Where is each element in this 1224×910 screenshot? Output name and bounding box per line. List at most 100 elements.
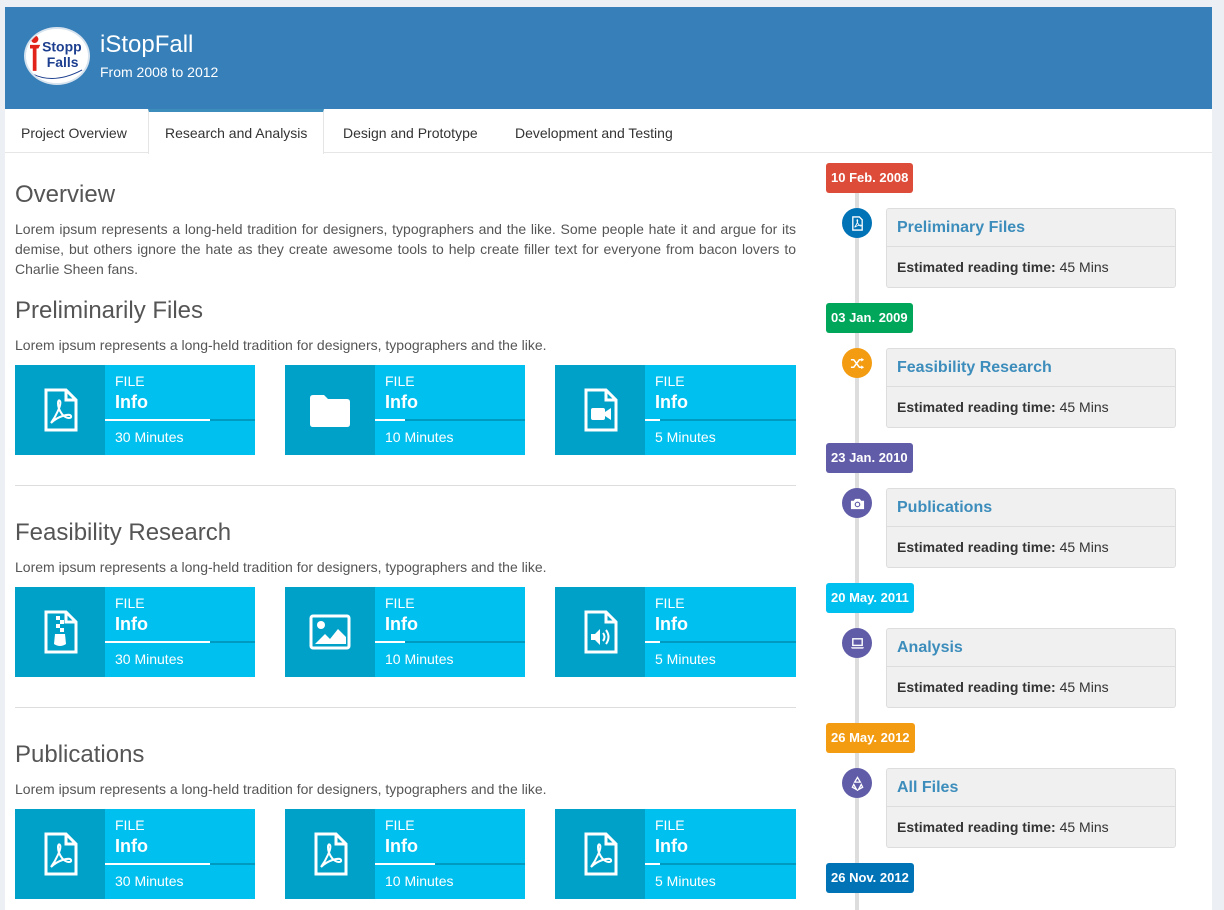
file-pdf-icon bbox=[15, 365, 105, 455]
tab-project-overview[interactable]: Project Overview bbox=[5, 109, 143, 153]
file-pdf-icon bbox=[15, 809, 105, 899]
info-box-value: Info bbox=[385, 392, 418, 412]
reading-time-value: 45 Mins bbox=[1059, 539, 1109, 555]
info-box-value: Info bbox=[385, 614, 418, 634]
info-box-duration: 30 Minutes bbox=[115, 651, 184, 667]
timeline-date-label: 03 Jan. 2009 bbox=[826, 303, 913, 333]
timeline-item: Feasibility Research Estimated reading t… bbox=[886, 348, 1176, 428]
info-box[interactable]: FILE Info 10 Minutes bbox=[285, 587, 525, 677]
camera-icon bbox=[842, 488, 872, 518]
overview-title: Overview bbox=[15, 181, 116, 208]
info-box-label: FILE bbox=[655, 595, 685, 611]
section-divider bbox=[15, 485, 796, 486]
image-icon bbox=[285, 587, 375, 677]
progress-fill bbox=[375, 641, 405, 643]
info-box[interactable]: FILE Info 5 Minutes bbox=[555, 809, 796, 899]
logo-graphic: Stopp Falls bbox=[26, 29, 88, 83]
tab-research-and-analysis[interactable]: Research and Analysis bbox=[148, 109, 325, 154]
timeline-item-meta: Estimated reading time: 45 Mins bbox=[887, 247, 1175, 287]
tab-development-and-testing[interactable]: Development and Testing bbox=[499, 109, 689, 153]
info-box-duration: 5 Minutes bbox=[655, 873, 716, 889]
progress-fill bbox=[105, 863, 210, 865]
reading-time-value: 45 Mins bbox=[1059, 679, 1109, 695]
info-box-label: FILE bbox=[385, 817, 415, 833]
info-box[interactable]: FILE Info 5 Minutes bbox=[555, 365, 796, 455]
info-box-label: FILE bbox=[655, 373, 685, 389]
timeline-item-title[interactable]: Preliminary Files bbox=[887, 209, 1175, 247]
progress-fill bbox=[105, 419, 210, 421]
info-box-duration: 10 Minutes bbox=[385, 429, 454, 445]
progress-bar bbox=[375, 641, 525, 643]
file-pdf-icon bbox=[285, 809, 375, 899]
progress-bar bbox=[645, 641, 796, 643]
section-title: Publications bbox=[15, 741, 145, 768]
tab-design-and-prototype[interactable]: Design and Prototype bbox=[327, 109, 494, 153]
progress-fill bbox=[375, 419, 405, 421]
istoppfalls-logo: Stopp Falls bbox=[24, 27, 90, 85]
timeline-item-meta: Estimated reading time: 45 Mins bbox=[887, 807, 1175, 847]
progress-bar bbox=[375, 863, 525, 865]
shuffle-icon bbox=[842, 348, 872, 378]
page: Stopp Falls iStopFall From 2008 to 2012 … bbox=[5, 7, 1212, 910]
info-box-duration: 5 Minutes bbox=[655, 651, 716, 667]
info-box[interactable]: FILE Info 30 Minutes bbox=[15, 365, 255, 455]
timeline-item: Preliminary Files Estimated reading time… bbox=[886, 208, 1176, 288]
info-box-duration: 10 Minutes bbox=[385, 873, 454, 889]
info-box-duration: 30 Minutes bbox=[115, 873, 184, 889]
progress-fill bbox=[645, 419, 661, 421]
folder-icon bbox=[285, 365, 375, 455]
progress-bar bbox=[105, 641, 255, 643]
info-box-label: FILE bbox=[655, 817, 685, 833]
info-box-value: Info bbox=[655, 836, 688, 856]
info-box[interactable]: FILE Info 5 Minutes bbox=[555, 587, 796, 677]
laptop-icon bbox=[842, 628, 872, 658]
progress-bar bbox=[105, 863, 255, 865]
recycle-icon bbox=[842, 768, 872, 798]
overview-text: Lorem ipsum represents a long-held tradi… bbox=[15, 221, 796, 277]
app-title: iStopFall bbox=[100, 31, 194, 58]
info-box[interactable]: FILE Info 30 Minutes bbox=[15, 587, 255, 677]
section-divider bbox=[15, 707, 796, 708]
info-box-duration: 5 Minutes bbox=[655, 429, 716, 445]
file-pdf-icon bbox=[555, 809, 645, 899]
timeline-item-meta: Estimated reading time: 45 Mins bbox=[887, 667, 1175, 707]
reading-time-value: 45 Mins bbox=[1059, 819, 1109, 835]
timeline-item-title[interactable]: Feasibility Research bbox=[887, 349, 1175, 387]
file-pdf-icon bbox=[842, 208, 872, 238]
info-box-value: Info bbox=[655, 614, 688, 634]
timeline-date-label: 20 May. 2011 bbox=[826, 583, 914, 613]
progress-fill bbox=[645, 863, 661, 865]
reading-time-value: 45 Mins bbox=[1059, 259, 1109, 275]
app-subtitle: From 2008 to 2012 bbox=[100, 64, 219, 80]
info-box[interactable]: FILE Info 10 Minutes bbox=[285, 809, 525, 899]
info-box[interactable]: FILE Info 30 Minutes bbox=[15, 809, 255, 899]
timeline-item-title[interactable]: Analysis bbox=[887, 629, 1175, 667]
progress-bar bbox=[375, 419, 525, 421]
timeline-date-label: 23 Jan. 2010 bbox=[826, 443, 913, 473]
timeline-item-title[interactable]: Publications bbox=[887, 489, 1175, 527]
timeline-date-label: 26 May. 2012 bbox=[826, 723, 915, 753]
timeline-item-title[interactable]: All Files bbox=[887, 769, 1175, 807]
progress-fill bbox=[105, 641, 210, 643]
info-box-label: FILE bbox=[385, 595, 415, 611]
info-box-value: Info bbox=[655, 392, 688, 412]
timeline-item-meta: Estimated reading time: 45 Mins bbox=[887, 527, 1175, 567]
timeline-item-meta: Estimated reading time: 45 Mins bbox=[887, 387, 1175, 427]
reading-time-label: Estimated reading time: bbox=[897, 259, 1056, 275]
reading-time-label: Estimated reading time: bbox=[897, 539, 1056, 555]
app-header: Stopp Falls iStopFall From 2008 to 2012 bbox=[5, 7, 1212, 109]
section-text: Lorem ipsum represents a long-held tradi… bbox=[15, 337, 547, 353]
info-box-duration: 30 Minutes bbox=[115, 429, 184, 445]
progress-bar bbox=[645, 419, 796, 421]
info-box-label: FILE bbox=[385, 373, 415, 389]
section-title: Feasibility Research bbox=[15, 519, 232, 546]
info-box[interactable]: FILE Info 10 Minutes bbox=[285, 365, 525, 455]
section-text: Lorem ipsum represents a long-held tradi… bbox=[15, 781, 547, 797]
timeline-item: Publications Estimated reading time: 45 … bbox=[886, 488, 1176, 568]
info-box-value: Info bbox=[115, 614, 148, 634]
section-text: Lorem ipsum represents a long-held tradi… bbox=[15, 559, 547, 575]
file-video-icon bbox=[555, 365, 645, 455]
section-title: Preliminarily Files bbox=[15, 297, 204, 324]
file-zip-icon bbox=[15, 587, 105, 677]
info-box-value: Info bbox=[115, 392, 148, 412]
